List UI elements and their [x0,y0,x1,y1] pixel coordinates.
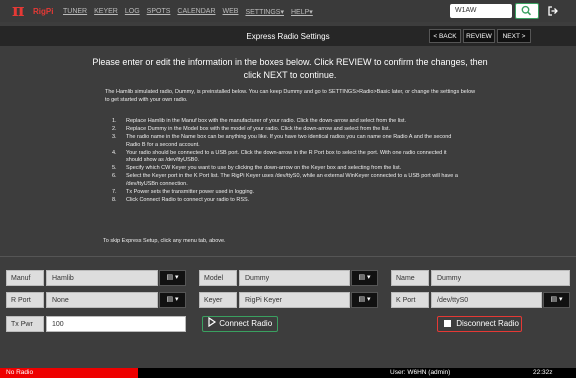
menu-tuner[interactable]: TUNER [63,8,87,16]
model-field[interactable]: Dummy [239,270,350,286]
main-menu: TUNER KEYER LOG SPOTS CALENDAR WEB SETTI… [63,8,313,16]
manuf-label: Manuf [6,270,44,286]
step-item: 8. Click Connect Radio to connect your ra… [112,196,250,203]
top-nav: π RigPi TUNER KEYER LOG SPOTS CALENDAR W… [0,0,576,22]
next-button[interactable]: NEXT > [497,29,531,43]
menu-keyer[interactable]: KEYER [94,8,118,16]
back-button[interactable]: < BACK [429,29,461,43]
instructions-lead: Please enter or edit the information in … [92,57,488,80]
review-button[interactable]: REVIEW [463,29,495,43]
connect-radio-button[interactable]: Connect Radio [202,316,278,332]
instruction-steps: 1. Replace Hamlib in the Manuf box with t… [112,118,462,205]
name-field[interactable]: Dummy [431,270,570,286]
brand-name[interactable]: RigPi [33,7,53,16]
skip-note: To skip Express Setup, click any menu ta… [103,238,226,244]
menu-web[interactable]: WEB [223,8,239,16]
disconnect-radio-label: Disconnect Radio [456,319,519,328]
radio-status: No Radio [0,368,138,378]
model-label: Model [199,270,237,286]
step-item: 6. Select the Keyer port in the K Port li… [112,173,458,187]
checkbox-icon [444,320,451,327]
menu-spots[interactable]: SPOTS [147,8,171,16]
keyer-field[interactable]: RigPi Keyer [239,292,350,308]
logout-icon [548,6,558,16]
instructions-intro: The Hamlib simulated radio, Dummy, is pr… [105,89,476,103]
pi-logo: π [12,1,25,21]
rport-dropdown-button[interactable]: ▤ ▾ [159,292,186,308]
step-item: 3. The radio name in the Name box can be … [112,134,452,148]
step-item: 4. Your radio should be connected to a US… [112,149,447,164]
keyer-label: Keyer [199,292,237,308]
menu-settings[interactable]: SETTINGS▾ [245,8,284,16]
manuf-field[interactable]: Hamlib [46,270,158,286]
user-status: User: W6HN (admin) [390,369,451,376]
callsign-search-input[interactable]: W1AW [450,4,512,18]
play-icon [208,316,217,328]
menu-calendar[interactable]: CALENDAR [177,8,215,16]
utc-time: 22:32z [533,369,553,376]
model-dropdown-button[interactable]: ▤ ▾ [351,270,378,286]
logout-button[interactable] [547,5,559,20]
disconnect-radio-button[interactable]: Disconnect Radio [437,316,522,332]
kport-label: K Port [391,292,429,308]
step-item: 7. Tx Power sets the transmitter power us… [112,188,255,195]
manuf-dropdown-button[interactable]: ▤ ▾ [159,270,186,286]
step-item: 5. Specify which CW Keyer you want to use… [112,165,402,171]
connect-radio-label: Connect Radio [219,319,273,328]
page-header: Express Radio Settings < BACK REVIEW NEX… [0,26,576,46]
step-item: 1. Replace Hamlib in the Manuf box with t… [112,118,407,124]
kport-dropdown-button[interactable]: ▤ ▾ [543,292,570,308]
divider [0,256,576,257]
menu-help[interactable]: HELP▾ [291,8,313,16]
search-icon [521,5,532,16]
rport-label: R Port [6,292,44,308]
txpwr-label: Tx Pwr [6,316,44,332]
step-item: 2. Replace Dummy in the Model box with th… [112,126,391,132]
search-button[interactable] [515,3,539,19]
kport-field[interactable]: /dev/ttyS0 [431,292,542,308]
status-bar: No Radio User: W6HN (admin) 22:32z [0,368,576,378]
menu-log[interactable]: LOG [125,8,140,16]
keyer-dropdown-button[interactable]: ▤ ▾ [351,292,378,308]
name-label: Name [391,270,429,286]
rport-field[interactable]: None [46,292,158,308]
txpwr-field[interactable]: 100 [46,316,186,332]
